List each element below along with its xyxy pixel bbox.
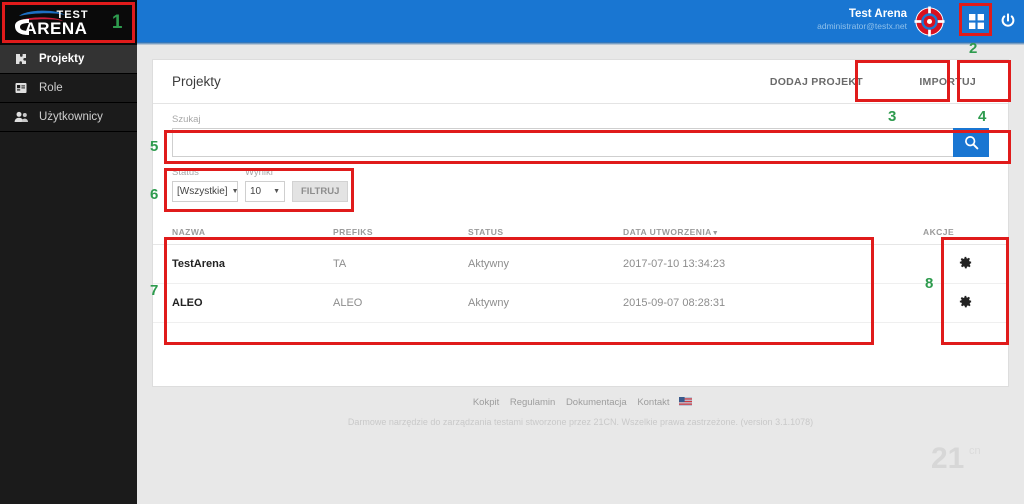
footer-note: Darmowe narzędzie do zarządzania testami… bbox=[347, 417, 814, 427]
user-email: administrator@testx.net bbox=[817, 21, 907, 32]
footer-link-regulamin[interactable]: Regulamin bbox=[510, 397, 555, 408]
search-button[interactable] bbox=[953, 128, 989, 157]
id-card-icon bbox=[12, 80, 30, 96]
user-name: Test Arena bbox=[848, 8, 907, 20]
status-select[interactable]: [Wszystkie] ▼ bbox=[172, 181, 239, 202]
svg-text:21: 21 bbox=[931, 442, 964, 472]
results-label: Wyniki bbox=[245, 167, 273, 178]
footer-link-kontakt[interactable]: Kontakt bbox=[637, 397, 669, 408]
results-select-value: 10 bbox=[250, 186, 262, 197]
cell-nazwa: TestArena bbox=[153, 244, 333, 284]
cell-akcje bbox=[923, 244, 1008, 284]
search-input[interactable] bbox=[172, 128, 953, 157]
status-filter-group: Status [Wszystkie] ▼ bbox=[172, 167, 239, 202]
cell-nazwa: ALEO bbox=[153, 283, 333, 323]
sidebar-item-projekty[interactable]: Projekty bbox=[0, 45, 137, 74]
column-header-status[interactable]: STATUS bbox=[468, 220, 623, 245]
column-header-prefiks[interactable]: PREFIKS bbox=[333, 220, 468, 245]
status-select-value: [Wszystkie] bbox=[177, 186, 228, 197]
annotation-number-8: 8 bbox=[925, 275, 934, 292]
projects-table: NAZWA PREFIKS STATUS DATA UTWORZENIA▼ AK… bbox=[153, 220, 1008, 323]
brand-logo[interactable]: TEST ARENA 1 bbox=[0, 0, 137, 45]
sidebar-item-label: Projekty bbox=[39, 53, 85, 65]
footer: Kokpit Regulamin Dokumentacja Kontakt Da… bbox=[152, 397, 1009, 475]
footer-links: Kokpit Regulamin Dokumentacja Kontakt bbox=[152, 397, 1009, 408]
annotation-number-4: 4 bbox=[978, 108, 987, 125]
import-button[interactable]: IMPORTUJ bbox=[906, 69, 989, 95]
puzzle-icon bbox=[12, 51, 30, 67]
search-icon bbox=[964, 136, 978, 150]
gear-icon[interactable] bbox=[958, 255, 973, 273]
status-label: Status bbox=[172, 167, 199, 178]
watermark-21cn: 21 cn bbox=[931, 442, 993, 477]
user-info: Test Arena administrator@testx.net bbox=[817, 7, 907, 32]
cell-prefiks: TA bbox=[333, 244, 468, 284]
annotation-number-3: 3 bbox=[888, 108, 897, 125]
sidebar-item-label: Użytkownicy bbox=[39, 111, 103, 123]
cell-status: Aktywny bbox=[468, 244, 623, 284]
svg-text:cn: cn bbox=[969, 445, 981, 457]
annotation-number-6: 6 bbox=[150, 186, 159, 203]
annotation-number-5: 5 bbox=[150, 138, 159, 155]
projects-card: Projekty DODAJ PROJEKT IMPORTUJ Szukaj S… bbox=[152, 59, 1009, 387]
table-body: TestArena TA Aktywny 2017-07-10 13:34:23… bbox=[153, 244, 1008, 323]
cell-status: Aktywny bbox=[468, 283, 623, 323]
column-header-data-utworzenia[interactable]: DATA UTWORZENIA▼ bbox=[623, 220, 923, 245]
logout-button[interactable] bbox=[996, 9, 1020, 33]
page-title: Projekty bbox=[172, 74, 221, 89]
footer-link-dokumentacja[interactable]: Dokumentacja bbox=[566, 397, 627, 408]
power-logout-icon bbox=[1001, 13, 1015, 27]
target-cursor-icon bbox=[914, 6, 945, 37]
sidebar-item-role[interactable]: Role bbox=[0, 74, 137, 103]
sort-desc-icon: ▼ bbox=[711, 230, 720, 237]
card-header: Projekty DODAJ PROJEKT IMPORTUJ bbox=[153, 60, 1008, 104]
results-filter-group: Wyniki 10 ▼ bbox=[245, 167, 285, 202]
annotation-number-7: 7 bbox=[150, 282, 159, 299]
table-row[interactable]: TestArena TA Aktywny 2017-07-10 13:34:23 bbox=[153, 244, 1008, 284]
annotation-number-1: 1 bbox=[111, 11, 123, 33]
app-root: TEST ARENA 1 Projekty Role Użytkownicy T… bbox=[0, 0, 1024, 504]
logo-text-main: ARENA bbox=[24, 18, 88, 38]
search-filter-zone: Szukaj Status [Wszystkie] ▼ Wyniki 10 ▼ … bbox=[153, 104, 1008, 202]
cell-data: 2017-07-10 13:34:23 bbox=[623, 244, 923, 284]
sidebar-item-label: Role bbox=[39, 82, 63, 94]
column-header-data-label: DATA UTWORZENIA bbox=[623, 227, 712, 237]
add-project-button[interactable]: DODAJ PROJEKT bbox=[756, 69, 876, 95]
grid-apps-button[interactable] bbox=[961, 7, 991, 35]
chevron-down-icon: ▼ bbox=[231, 188, 239, 195]
column-header-nazwa[interactable]: NAZWA bbox=[153, 220, 333, 245]
sidebar: TEST ARENA 1 Projekty Role Użytkownicy bbox=[0, 0, 137, 504]
gear-icon[interactable] bbox=[958, 294, 973, 312]
column-header-akcje: AKCJE bbox=[923, 220, 1008, 245]
annotation-number-2: 2 bbox=[969, 40, 978, 57]
cell-data: 2015-09-07 08:28:31 bbox=[623, 283, 923, 323]
cell-akcje bbox=[923, 283, 1008, 323]
cell-prefiks: ALEO bbox=[333, 283, 468, 323]
flag-icon[interactable] bbox=[679, 397, 693, 406]
table-row[interactable]: ALEO ALEO Aktywny 2015-09-07 08:28:31 bbox=[153, 283, 1008, 323]
topbar: Test Arena administrator@testx.net bbox=[137, 0, 1024, 42]
users-icon bbox=[12, 109, 30, 125]
filter-row: Status [Wszystkie] ▼ Wyniki 10 ▼ FILTRUJ bbox=[172, 167, 989, 202]
chevron-down-icon: ▼ bbox=[273, 188, 280, 195]
results-select[interactable]: 10 ▼ bbox=[245, 181, 285, 202]
grid-apps-icon bbox=[968, 13, 984, 29]
table-header: NAZWA PREFIKS STATUS DATA UTWORZENIA▼ AK… bbox=[153, 220, 1008, 245]
search-label: Szukaj bbox=[172, 114, 201, 125]
sidebar-item-uzytkownicy[interactable]: Użytkownicy bbox=[0, 103, 137, 132]
footer-link-kokpit[interactable]: Kokpit bbox=[473, 397, 499, 408]
filter-button[interactable]: FILTRUJ bbox=[292, 181, 349, 202]
